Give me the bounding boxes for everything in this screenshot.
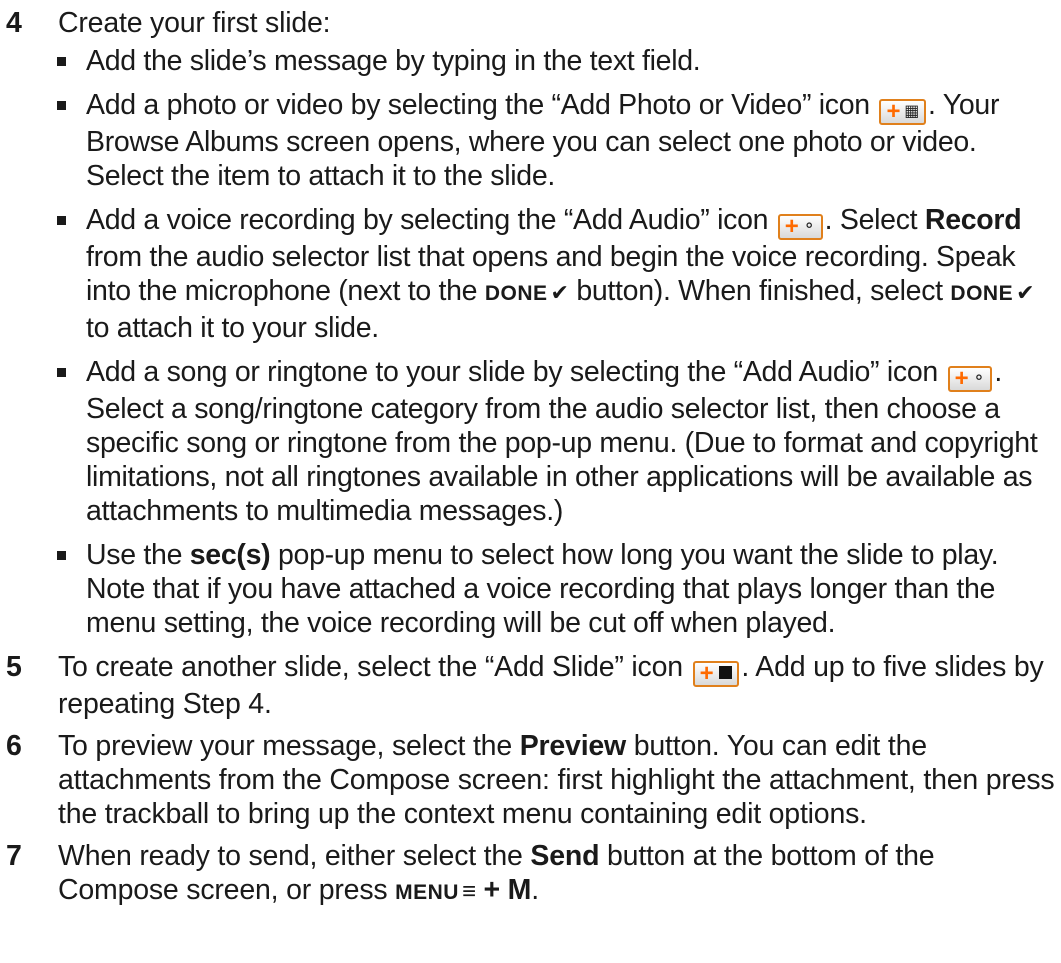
bullet-marker (57, 551, 66, 560)
step-6: 6 To preview your message, select the Pr… (0, 729, 1061, 831)
plus-m-key: + M (483, 874, 532, 906)
step-4-bullets: Add the slide’s message by typing in the… (57, 44, 1061, 640)
send-label: Send (530, 840, 600, 872)
step-number: 4 (6, 7, 22, 39)
add-slide-icon: + (692, 661, 740, 687)
checkmark-icon: ✔ (550, 280, 569, 305)
menu-icon: ≡ (461, 878, 476, 905)
menu-label: MENU (395, 881, 459, 904)
done-label: DONE (484, 282, 548, 305)
step-5: 5 To create another slide, select the “A… (0, 650, 1061, 721)
bullet-text: . Select (824, 204, 918, 236)
bullet-marker (57, 57, 66, 66)
preview-label: Preview (519, 730, 627, 762)
step-number: 5 (6, 651, 22, 683)
bullet-text: Add the slide’s message by typing in the… (86, 45, 701, 77)
record-label: Record (924, 204, 1022, 236)
bullet-add-voice: Add a voice recording by selecting the “… (57, 203, 1061, 345)
manual-page: 4 Create your first slide: Add the slide… (0, 0, 1061, 963)
bullet-text: to attach it to your slide. (86, 312, 379, 344)
step-text: . (531, 874, 539, 906)
bullet-text: Add a voice recording by selecting the “… (86, 204, 769, 236)
bullet-text: Add a song or ringtone to your slide by … (86, 356, 938, 388)
checkmark-icon: ✔ (1016, 280, 1035, 305)
step-7: 7 When ready to send, either select the … (0, 839, 1061, 910)
step-text: When ready to send, either select the (58, 840, 523, 872)
bullet-add-song: Add a song or ringtone to your slide by … (57, 355, 1061, 528)
bullet-text: Use the (86, 539, 183, 571)
step-text: To preview your message, select the (58, 730, 512, 762)
add-audio-icon: + ⚬ (777, 214, 823, 240)
bullet-text: button). When finished, select (576, 275, 943, 307)
secs-label: sec(s) (189, 539, 271, 571)
done-label: DONE (950, 282, 1014, 305)
bullet-marker (57, 216, 66, 225)
bullet-add-photo: Add a photo or video by selecting the “A… (57, 88, 1061, 193)
bullet-text: Add a photo or video by selecting the “A… (86, 89, 870, 121)
bullet-duration: Use the sec(s) pop-up menu to select how… (57, 538, 1061, 640)
step-title: Create your first slide: (58, 7, 331, 39)
step-4: 4 Create your first slide: Add the slide… (0, 6, 1061, 640)
add-photo-video-icon: + ▦ (879, 99, 927, 125)
step-text: To create another slide, select the “Add… (58, 651, 683, 683)
bullet-add-message: Add the slide’s message by typing in the… (57, 44, 1061, 78)
step-number: 7 (6, 840, 22, 872)
step-number: 6 (6, 730, 22, 762)
bullet-marker (57, 101, 66, 110)
add-audio-icon: + ⚬ (947, 366, 993, 392)
bullet-marker (57, 368, 66, 377)
